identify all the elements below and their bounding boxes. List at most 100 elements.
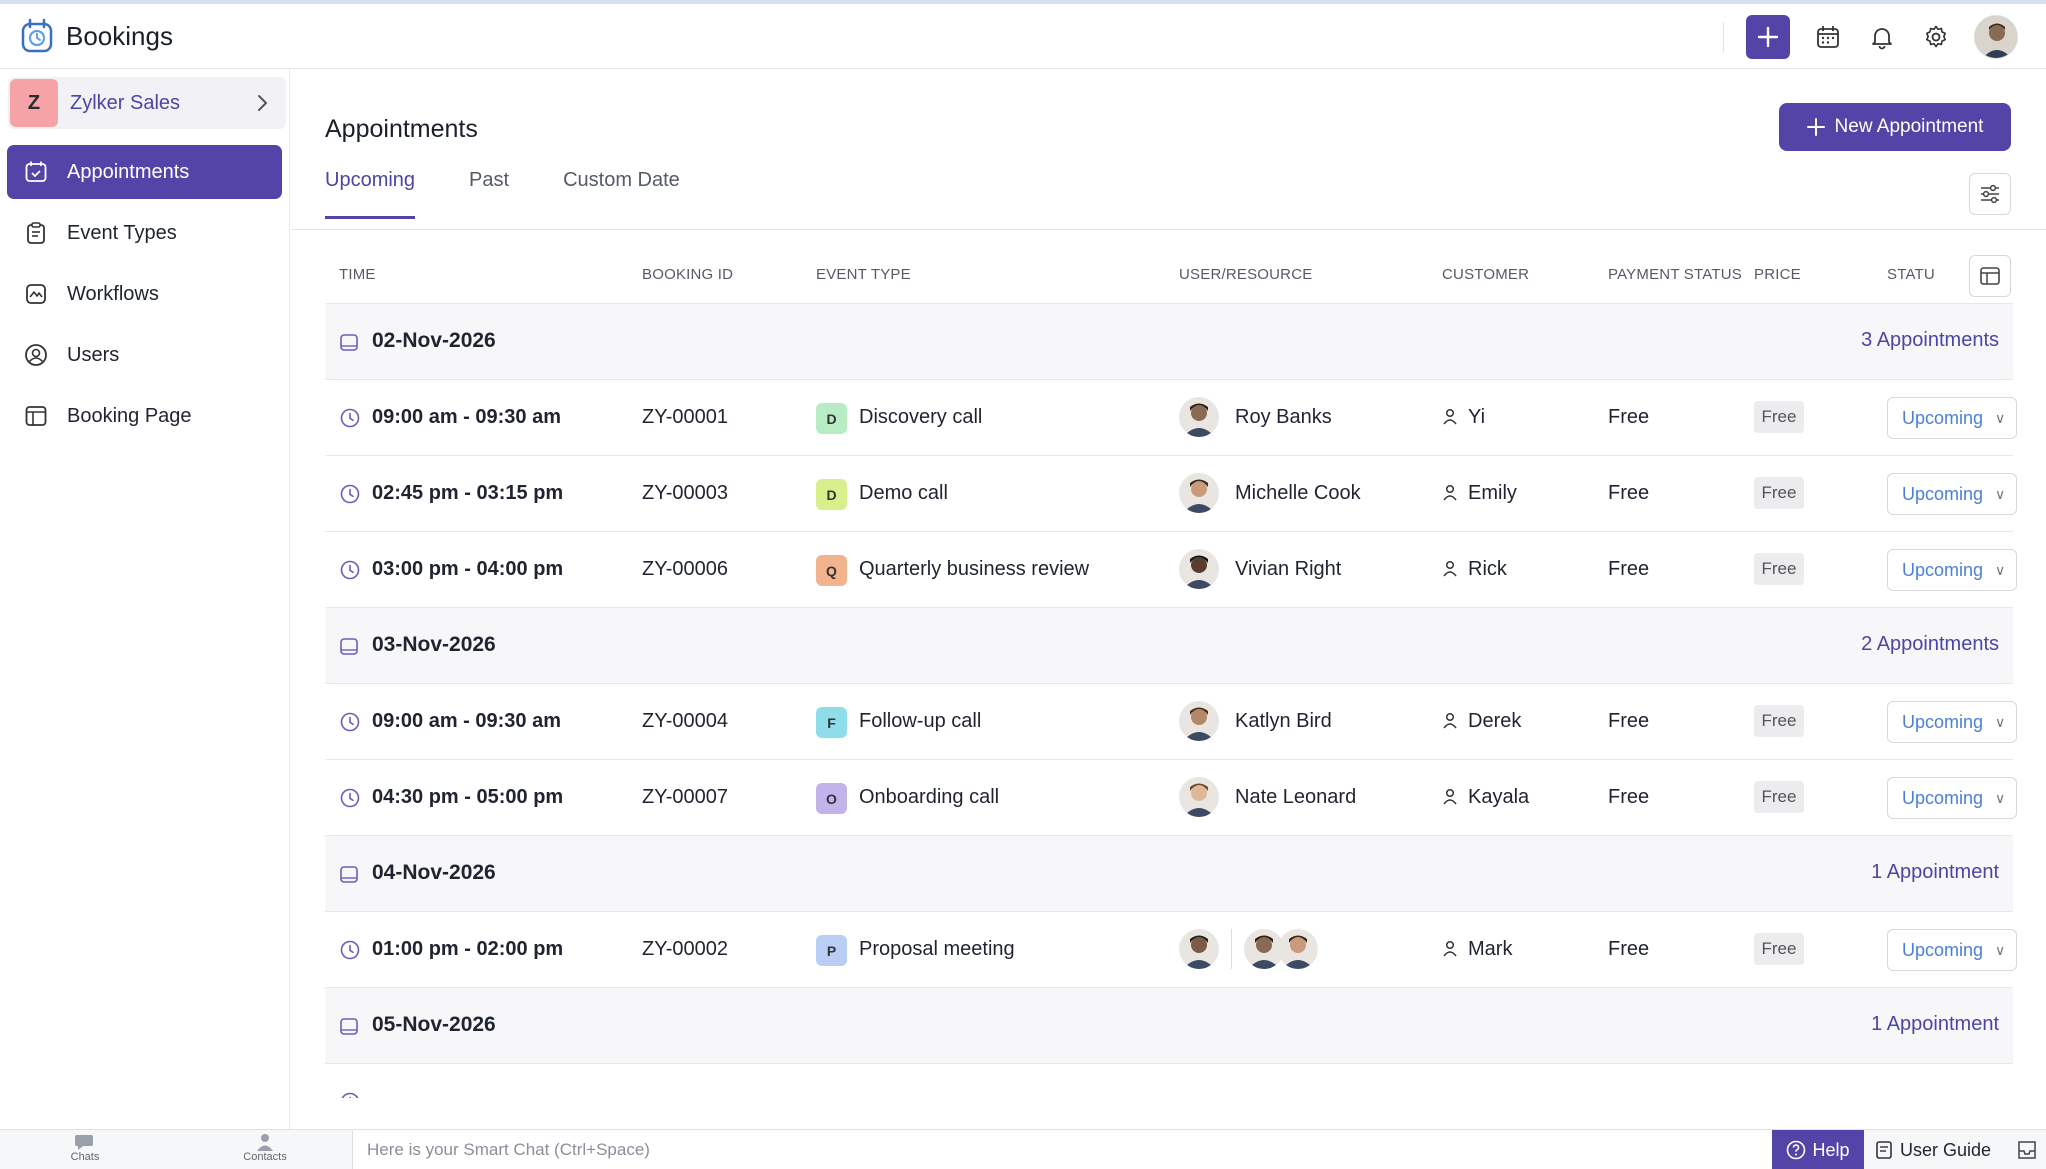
clipboard-icon [23,220,49,246]
group-date: 05-Nov-2026 [372,1013,496,1036]
status-label: Upcoming [1902,939,1984,960]
sidebar-item-event-types[interactable]: Event Types [7,206,282,260]
sidebar-item-label: Event Types [67,221,177,244]
event-type-name: Quarterly business review [859,558,1090,580]
user-avatar [1179,549,1219,589]
calendar-icon [339,1016,359,1041]
user-avatar [1179,473,1219,513]
table-row[interactable]: 02:45 pm - 03:15 pm ZY-00003 D Demo call Mic… [325,456,2017,532]
divider [1231,929,1232,969]
table-row[interactable]: 01:00 pm - 02:00 pm ZY-00002 P Proposal mee… [325,912,2017,988]
status-label: Upcoming [1902,483,1984,504]
sidebar-item-label: Appointments [67,160,190,183]
payment-status: Free [1608,710,1650,732]
col-customer: CUSTOMER [1442,266,1530,283]
event-type-name: Demo call [859,482,948,504]
payment-status: Free [1608,786,1650,808]
avatar-image [1975,16,2017,58]
sidebar-item-users[interactable]: Users [7,328,282,382]
customer-name: Rick [1468,558,1507,580]
status-dropdown[interactable]: Upcoming ∨ [1887,777,2017,819]
contacts-person-icon [257,1134,273,1151]
sidebar-item-label: Workflows [67,282,159,305]
new-appointment-button[interactable]: New Appointment [1779,103,2011,151]
customer-person-icon [1442,712,1458,736]
chevron-down-icon: ∨ [1995,789,2006,806]
appointments-table: TIME BOOKING ID EVENT TYPE USER/RESOURCE… [325,244,2017,1098]
notification-tray-icon[interactable] [2016,1139,2038,1161]
tab-past[interactable]: Past [469,169,509,219]
table-row[interactable]: 04:30 pm - 05:00 pm ZY-00007 O Onboarding c… [325,760,2017,836]
sidebar-item-appointments[interactable]: Appointments [7,145,282,199]
status-dropdown[interactable]: Upcoming ∨ [1887,473,2017,515]
sidebar-item-booking-page[interactable]: Booking Page [7,389,282,443]
group-count: 3 Appointments [1861,329,1999,351]
table-row[interactable]: 03:00 pm - 04:00 pm ZY-00006 Q Quarterly bu… [325,532,2017,608]
clock-icon [339,711,361,739]
quick-add-button[interactable] [1746,15,1790,59]
notifications-button[interactable] [1866,21,1898,53]
status-label: Upcoming [1902,407,1984,428]
help-button[interactable]: Help [1772,1130,1864,1169]
user-guide-label: User Guide [1900,1139,1992,1160]
sidebar-item-workflows[interactable]: Workflows [7,267,282,321]
status-dropdown[interactable]: Upcoming ∨ [1887,397,2017,439]
customer-name: Mark [1468,938,1513,960]
profile-avatar[interactable] [1974,15,2018,59]
chats-button[interactable]: Chats [50,1133,120,1163]
sidebar: Z Zylker Sales Appointments Event Types … [0,69,290,1129]
status-dropdown[interactable]: Upcoming ∨ [1887,549,2017,591]
settings-button[interactable] [1920,21,1952,53]
booking-id: ZY-00007 [642,786,728,808]
chevron-right-icon [258,95,267,111]
bottom-bar: Chats Contacts Here is your Smart Chat (… [0,1129,2046,1169]
col-payment-status: PAYMENT STATUS [1608,266,1742,283]
group-date: 04-Nov-2026 [372,861,496,884]
user-guide-button[interactable]: User Guide [1874,1130,2008,1169]
booking-id: ZY-00006 [642,558,728,580]
customer-person-icon [1442,940,1458,964]
top-bar: Bookings [0,0,2046,69]
brand[interactable]: Bookings [20,18,173,54]
table-row-partial [325,1064,2013,1098]
date-group-header: 03-Nov-2026 2 Appointments [325,608,2013,684]
col-event-type: EVENT TYPE [816,266,911,283]
column-settings-button[interactable] [1969,255,2011,297]
clock-icon [339,483,361,511]
workspace-switcher[interactable]: Z Zylker Sales [8,77,286,129]
chevron-down-icon: ∨ [1995,409,2006,426]
smart-chat-input[interactable]: Here is your Smart Chat (Ctrl+Space) [352,1130,1772,1169]
price-badge: Free [1754,781,1804,813]
appointment-time: 09:00 am - 09:30 am [372,406,562,428]
calendar-button[interactable] [1812,21,1844,53]
user-avatar [1179,777,1219,817]
group-count: 2 Appointments [1861,633,1999,655]
event-type-name: Follow-up call [859,710,982,732]
event-type-badge: Q [816,555,847,586]
payment-status: Free [1608,406,1650,428]
multi-user-avatars [1179,929,1318,969]
workspace-name: Zylker Sales [70,91,181,114]
filter-button[interactable] [1969,173,2011,215]
appointment-time: 01:00 pm - 02:00 pm [372,938,564,960]
status-label: Upcoming [1902,559,1984,580]
status-label: Upcoming [1902,711,1984,732]
status-dropdown[interactable]: Upcoming ∨ [1887,929,2017,971]
tab-upcoming[interactable]: Upcoming [325,169,416,219]
event-type-badge: F [816,707,847,738]
table-row[interactable]: 09:00 am - 09:30 am ZY-00001 D Discovery ca… [325,380,2017,456]
plus-icon [1757,26,1779,48]
status-dropdown[interactable]: Upcoming ∨ [1887,701,2017,743]
user-circle-icon [23,342,49,368]
workspace-badge: Z [10,79,58,127]
booking-id: ZY-00004 [642,710,728,732]
clock-icon [339,559,361,587]
calendar-icon [339,636,359,661]
appointment-time: 02:45 pm - 03:15 pm [372,482,564,504]
event-type-badge: D [816,403,847,434]
tab-custom-date[interactable]: Custom Date [563,169,680,219]
date-group-header: 02-Nov-2026 3 Appointments [325,304,2013,380]
sidebar-item-label: Users [67,343,120,366]
contacts-button[interactable]: Contacts [230,1133,300,1163]
table-row[interactable]: 09:00 am - 09:30 am ZY-00004 F Follow-up ca… [325,684,2017,760]
